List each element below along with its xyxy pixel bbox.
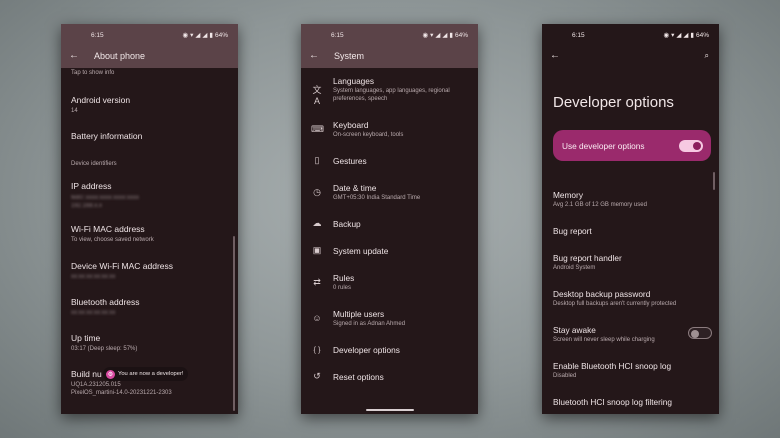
device-identifiers-header: Device identifiers <box>71 161 117 167</box>
about-phone-screen: 6:15 ◉ ▾ ◢ ◢ ▮ 64% ← About phone Tap to … <box>61 24 238 414</box>
wifi-icon: ▾ <box>190 32 194 39</box>
system-screen: 6:15 ◉ ▾ ◢ ◢ ▮ 64% ← System 文A Languages… <box>301 24 478 414</box>
signal-icon: ◢ <box>683 32 689 39</box>
rules-icon: ⇄ <box>313 277 321 287</box>
backup-icon: ☁ <box>312 218 322 228</box>
app-bar: ← ⌕ <box>542 46 719 68</box>
memory-item[interactable]: Memory <box>553 190 583 200</box>
wifi-icon: ▾ <box>430 32 434 39</box>
status-bar: 6:15 ◉ ▾ ◢ ◢ ▮ 64% <box>61 24 238 46</box>
app-bar: ← About phone <box>61 46 238 68</box>
toast-message: You are now a developer! <box>118 371 184 377</box>
status-time: 6:15 <box>331 32 344 39</box>
stay-awake-item[interactable]: Stay awake <box>553 325 596 335</box>
back-arrow-icon[interactable]: ← <box>309 50 319 61</box>
android-version-title[interactable]: Android version <box>71 95 130 105</box>
signal-icon: ◢ <box>195 32 201 39</box>
battery-icon: ▮ <box>209 32 213 39</box>
enable-bt-hci-snoop-log-item[interactable]: Enable Bluetooth HCI snoop log <box>553 361 671 371</box>
stay-awake-sub: Screen will never sleep while charging <box>553 337 655 343</box>
signal-icon: ◢ <box>676 32 682 39</box>
scrollbar[interactable] <box>233 236 235 411</box>
battery-information-item[interactable]: Battery information <box>71 131 142 141</box>
build-number-line1: UQ1A.231205.015 <box>71 382 121 388</box>
uptime-value: 03:17 (Deep sleep: 57%) <box>71 346 138 352</box>
eye-icon: ◉ <box>182 32 189 39</box>
page-title: About phone <box>94 51 146 61</box>
status-time: 6:15 <box>572 32 585 39</box>
battery-percent: 64% <box>695 31 709 39</box>
gestures-icon: ▯ <box>314 155 320 165</box>
wifi-mac-sub: To view, choose saved network <box>71 237 154 243</box>
developer-options-screen: 6:15 ◉ ▾ ◢ ◢ ▮ 64% ← ⌕ Developer options… <box>542 24 719 414</box>
bug-report-handler-sub: Android System <box>553 265 596 271</box>
bluetooth-address-value: xx:xx:xx:xx:xx:xx <box>71 310 116 316</box>
use-developer-options-card[interactable]: Use developer options <box>553 130 711 161</box>
device-wifi-mac-value: xx:xx:xx:xx:xx:xx <box>71 274 116 280</box>
settings-gear-icon: ⚙ <box>106 369 115 379</box>
status-time: 6:15 <box>91 32 104 39</box>
status-bar: 6:15 ◉ ▾ ◢ ◢ ▮ 64% <box>301 24 478 46</box>
bug-report-item[interactable]: Bug report <box>553 226 592 236</box>
signal-icon: ◢ <box>435 32 441 39</box>
device-wifi-mac-title[interactable]: Device Wi-Fi MAC address <box>71 261 173 271</box>
back-arrow-icon[interactable]: ← <box>69 50 79 61</box>
bluetooth-address-title[interactable]: Bluetooth address <box>71 297 140 307</box>
desktop-backup-password-item[interactable]: Desktop backup password <box>553 289 650 299</box>
gesture-nav-bar[interactable] <box>365 408 414 411</box>
page-title: Developer options <box>553 94 674 111</box>
eye-icon: ◉ <box>663 32 670 39</box>
bug-report-handler-item[interactable]: Bug report handler <box>553 253 622 263</box>
users-icon: ☺ <box>312 313 322 323</box>
system-update-icon: ▣ <box>312 245 322 255</box>
back-arrow-icon[interactable]: ← <box>550 50 560 61</box>
tap-to-show-info[interactable]: Tap to show info <box>71 70 114 76</box>
translate-icon: 文A <box>312 85 322 106</box>
signal-icon: ◢ <box>442 32 448 39</box>
memory-sub: Avg 2.1 GB of 12 GB memory used <box>553 202 647 208</box>
switch-knob <box>693 142 701 150</box>
battery-percent: 64% <box>454 31 468 39</box>
use-developer-options-label: Use developer options <box>562 141 645 151</box>
ip-address-title[interactable]: IP address <box>71 181 111 191</box>
app-bar: ← System <box>301 46 478 68</box>
build-number-title[interactable]: Build nu <box>71 369 102 379</box>
developer-toast: ⚙ You are now a developer! <box>103 367 188 381</box>
wifi-icon: ▾ <box>671 32 675 39</box>
ip-address-value: fe80::xxxx:xxxx:xxxx:xxxx <box>71 195 140 201</box>
enable-bt-hci-snoop-log-sub: Disabled <box>553 373 577 379</box>
page-title: System <box>334 51 365 61</box>
use-developer-options-switch[interactable] <box>679 140 703 152</box>
battery-icon: ▮ <box>690 32 694 39</box>
clock-icon: ◷ <box>313 187 321 197</box>
android-version-value: 14 <box>71 108 78 114</box>
wifi-mac-title[interactable]: Wi-Fi MAC address <box>71 224 145 234</box>
status-bar: 6:15 ◉ ▾ ◢ ◢ ▮ 64% <box>542 24 719 46</box>
stay-awake-switch[interactable] <box>688 327 712 339</box>
keyboard-icon: ⌨ <box>311 124 324 134</box>
scrollbar[interactable] <box>713 172 715 190</box>
ip-address-value-2: 192.168.x.x <box>71 203 103 209</box>
developer-icon: { } <box>313 345 321 354</box>
build-number-line2: PixelOS_martini-14.0-20231221-2303 <box>71 390 172 396</box>
switch-knob <box>691 329 699 338</box>
reset-icon: ↺ <box>313 371 321 381</box>
eye-icon: ◉ <box>422 32 429 39</box>
bt-hci-snoop-log-filtering-item[interactable]: Bluetooth HCI snoop log filtering <box>553 397 672 407</box>
desktop-backup-password-sub: Desktop full backups aren't currently pr… <box>553 301 677 307</box>
uptime-title[interactable]: Up time <box>71 333 100 343</box>
battery-icon: ▮ <box>449 32 453 39</box>
signal-icon: ◢ <box>202 32 208 39</box>
search-icon[interactable]: ⌕ <box>705 51 709 61</box>
battery-percent: 64% <box>214 31 228 39</box>
